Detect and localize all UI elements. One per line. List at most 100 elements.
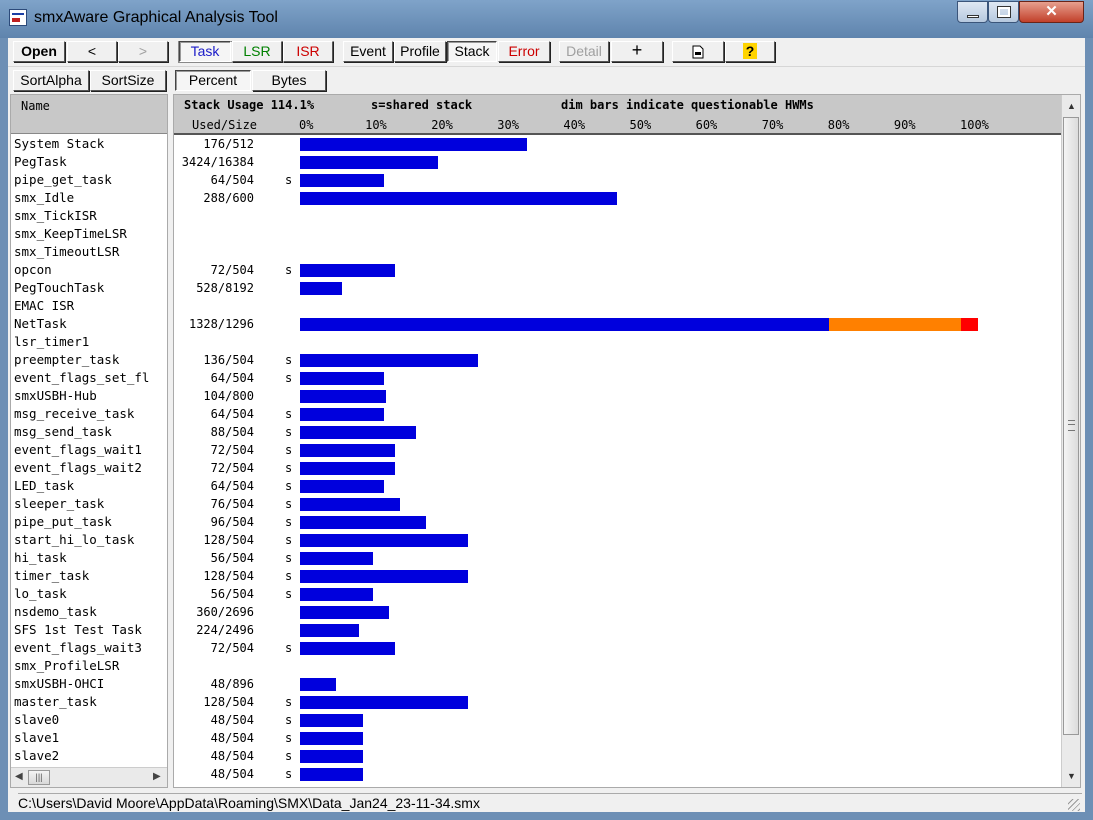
stack-bar[interactable] [300, 138, 528, 151]
vertical-scrollbar[interactable]: ▲ ▼ [1061, 95, 1080, 787]
stack-bar[interactable] [300, 174, 384, 187]
task-name[interactable]: event_flags_wait3 [14, 639, 166, 657]
task-name[interactable]: LED_task [14, 477, 166, 495]
resize-grip-icon[interactable] [1068, 799, 1080, 811]
zoom-button[interactable]: + [611, 41, 663, 62]
stack-bar[interactable] [300, 426, 416, 439]
task-button[interactable]: Task [179, 41, 231, 62]
scroll-down-icon[interactable]: ▼ [1067, 771, 1076, 781]
task-name[interactable]: PegTouchTask [14, 279, 166, 297]
task-name[interactable]: timer_task [14, 567, 166, 585]
profile-button[interactable]: Profile [394, 41, 446, 62]
stack-bar[interactable] [300, 642, 395, 655]
task-name[interactable]: System Stack [14, 135, 166, 153]
task-name[interactable]: event_flags_set_fl [14, 369, 166, 387]
names-horizontal-scrollbar[interactable]: ◀ ||| ▶ [11, 767, 167, 787]
stack-bar[interactable] [300, 678, 336, 691]
x-tick-label: 80% [827, 118, 850, 132]
stack-bar[interactable] [300, 444, 395, 457]
task-name[interactable]: preempter_task [14, 351, 166, 369]
task-name[interactable]: NetTask [14, 315, 166, 333]
task-name[interactable]: PegTask [14, 153, 166, 171]
task-name[interactable]: pipe_get_task [14, 171, 166, 189]
vertical-scroll-thumb[interactable] [1063, 117, 1079, 735]
task-name[interactable]: smx_ProfileLSR [14, 657, 166, 675]
stack-bar-overflow[interactable] [961, 318, 978, 331]
scroll-up-icon[interactable]: ▲ [1067, 101, 1076, 111]
task-name[interactable]: pipe_put_task [14, 513, 166, 531]
task-name[interactable]: master_task [14, 693, 166, 711]
save-button[interactable] [672, 41, 724, 62]
task-name[interactable]: event_flags_wait2 [14, 459, 166, 477]
stack-bar[interactable] [300, 372, 384, 385]
open-button[interactable]: Open [13, 41, 65, 62]
task-name[interactable]: smx_Idle [14, 189, 166, 207]
stack-bar[interactable] [300, 768, 363, 781]
stack-bar[interactable] [300, 480, 384, 493]
stack-bar[interactable] [300, 714, 363, 727]
stack-bar[interactable] [300, 696, 468, 709]
stack-bar[interactable] [300, 588, 374, 601]
task-name[interactable]: event_flags_wait1 [14, 441, 166, 459]
task-name[interactable]: slave2 [14, 747, 166, 765]
task-name[interactable]: sleeper_task [14, 495, 166, 513]
error-button[interactable]: Error [498, 41, 550, 62]
percent-button[interactable]: Percent [175, 70, 251, 91]
stack-bar[interactable] [300, 354, 479, 367]
stack-button[interactable]: Stack [447, 41, 497, 62]
app-icon[interactable] [9, 9, 27, 26]
task-name[interactable]: smx_KeepTimeLSR [14, 225, 166, 243]
event-button[interactable]: Event [343, 41, 393, 62]
stack-bar[interactable] [300, 570, 468, 583]
scroll-thumb[interactable]: ||| [28, 770, 50, 785]
stack-bar[interactable] [300, 534, 468, 547]
stack-bar[interactable] [300, 192, 618, 205]
maximize-button[interactable] [988, 1, 1019, 23]
bytes-button[interactable]: Bytes [252, 70, 326, 91]
task-name[interactable]: SFS 1st Test Task [14, 621, 166, 639]
stack-bar[interactable] [300, 264, 395, 277]
stack-bar[interactable] [300, 462, 395, 475]
close-button[interactable]: ✕ [1019, 1, 1084, 23]
task-name[interactable]: smx_TickISR [14, 207, 166, 225]
lsr-button[interactable]: LSR [232, 41, 282, 62]
scroll-left-icon[interactable]: ◀ [15, 771, 23, 782]
task-name[interactable]: smxUSBH-Hub [14, 387, 166, 405]
stack-bar[interactable] [300, 390, 386, 403]
task-name[interactable]: lo_task [14, 585, 166, 603]
sort-alpha-button[interactable]: SortAlpha [13, 70, 89, 91]
task-name[interactable]: hi_task [14, 549, 166, 567]
task-name[interactable]: slave0 [14, 711, 166, 729]
task-name[interactable]: lsr_timer1 [14, 333, 166, 351]
task-name[interactable]: msg_send_task [14, 423, 166, 441]
task-name[interactable]: smx_TimeoutLSR [14, 243, 166, 261]
stack-bar[interactable] [300, 516, 426, 529]
task-name[interactable]: start_hi_lo_task [14, 531, 166, 549]
task-name[interactable]: opcon [14, 261, 166, 279]
isr-button[interactable]: ISR [283, 41, 333, 62]
stack-bar[interactable] [300, 750, 363, 763]
title-bar[interactable]: smxAware Graphical Analysis Tool ✕ [0, 0, 1093, 38]
stack-bar[interactable] [300, 606, 389, 619]
minimize-button[interactable] [957, 1, 988, 23]
back-button[interactable]: < [67, 41, 117, 62]
help-button[interactable]: ? [725, 41, 775, 62]
stack-bar[interactable] [300, 156, 439, 169]
forward-button[interactable]: > [118, 41, 168, 62]
stack-bar[interactable] [300, 282, 343, 295]
sort-size-button[interactable]: SortSize [90, 70, 166, 91]
task-name[interactable]: smxUSBH-OHCI [14, 675, 166, 693]
stack-bar[interactable] [300, 732, 363, 745]
task-name[interactable]: EMAC ISR [14, 297, 166, 315]
stack-bar[interactable] [300, 408, 384, 421]
stack-bar[interactable] [300, 498, 400, 511]
stack-bar-warning[interactable] [828, 318, 961, 331]
task-name[interactable]: msg_receive_task [14, 405, 166, 423]
stack-bar[interactable] [300, 624, 360, 637]
task-name[interactable]: slave1 [14, 729, 166, 747]
scroll-right-icon[interactable]: ▶ [153, 771, 161, 782]
stack-bar[interactable] [300, 318, 829, 331]
stack-bar[interactable] [300, 552, 374, 565]
detail-button[interactable]: Detail [559, 41, 609, 62]
task-name[interactable]: nsdemo_task [14, 603, 166, 621]
